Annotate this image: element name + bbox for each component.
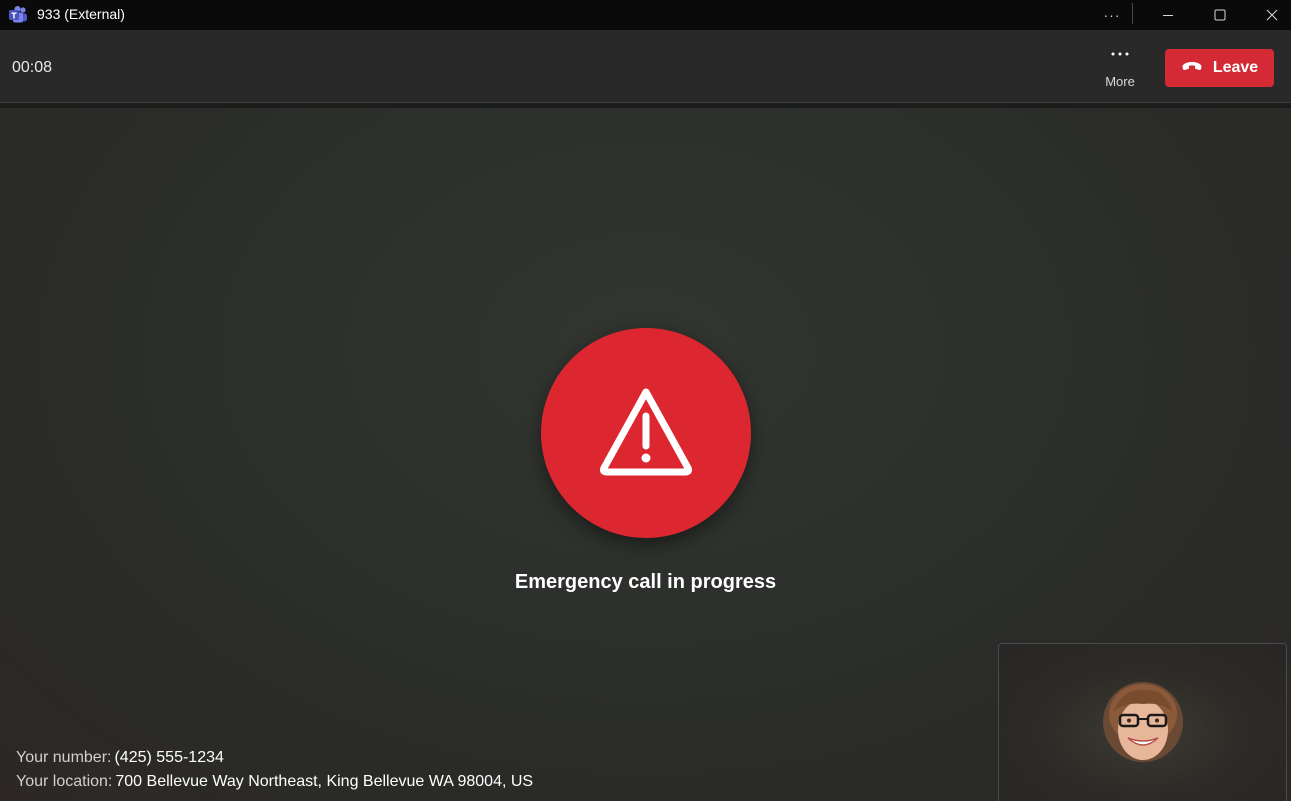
call-timer: 00:08 xyxy=(12,59,53,76)
teams-icon xyxy=(8,5,28,25)
more-button[interactable]: More xyxy=(1096,44,1144,96)
more-label: More xyxy=(1105,74,1135,89)
minimize-icon xyxy=(1163,15,1173,16)
titlebar-more-button[interactable]: ··· xyxy=(1096,0,1128,30)
minimize-button[interactable] xyxy=(1145,0,1191,30)
self-view[interactable] xyxy=(998,643,1287,801)
number-value: (425) 555-1234 xyxy=(114,749,224,766)
close-icon xyxy=(1266,9,1278,21)
call-stage: Emergency call in progress Your number: … xyxy=(0,104,1291,801)
title-bar: 933 (External) ··· xyxy=(0,0,1291,30)
caller-info: Your number: (425) 555-1234 Your locatio… xyxy=(16,746,533,794)
location-value: 700 Bellevue Way Northeast, King Bellevu… xyxy=(115,773,534,790)
meeting-header: 00:08 More Leave xyxy=(0,30,1291,103)
close-button[interactable] xyxy=(1249,0,1291,30)
location-row: Your location: 700 Bellevue Way Northeas… xyxy=(16,770,533,794)
avatar xyxy=(1103,682,1183,762)
number-label: Your number: xyxy=(16,749,112,766)
location-label: Your location: xyxy=(16,773,113,790)
call-status: Emergency call in progress xyxy=(514,571,777,593)
maximize-button[interactable] xyxy=(1197,0,1243,30)
leave-button[interactable]: Leave xyxy=(1165,49,1274,87)
leave-label: Leave xyxy=(1212,59,1259,76)
emergency-alert-badge xyxy=(541,328,751,538)
more-icon xyxy=(1110,44,1130,68)
warning-triangle-icon xyxy=(598,386,694,481)
titlebar-divider xyxy=(1132,3,1133,24)
phone-hangup-icon xyxy=(1181,59,1203,77)
number-row: Your number: (425) 555-1234 xyxy=(16,746,533,770)
maximize-icon xyxy=(1214,9,1226,21)
window-title: 933 (External) xyxy=(37,6,125,22)
